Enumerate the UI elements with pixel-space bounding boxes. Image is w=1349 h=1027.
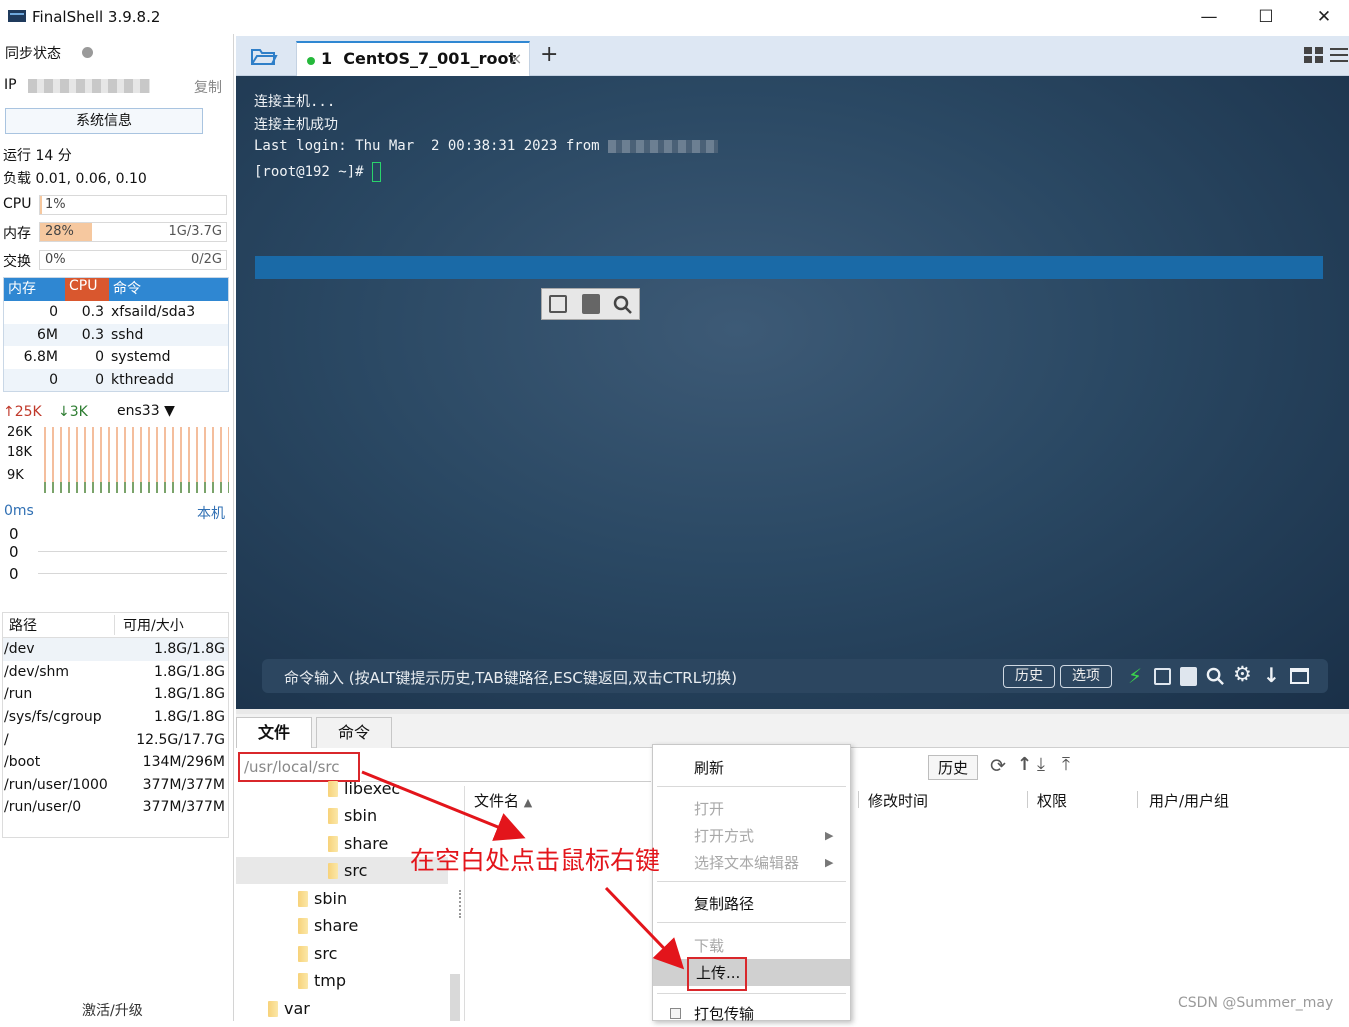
annotation-text: 在空白处点击鼠标右键 — [410, 846, 661, 875]
annotation-arrows — [361, 770, 685, 970]
annotation-arrow-1 — [361, 770, 526, 841]
annotation-arrow-2 — [604, 886, 685, 970]
watermark: CSDN @Summer_may — [1178, 995, 1334, 1011]
